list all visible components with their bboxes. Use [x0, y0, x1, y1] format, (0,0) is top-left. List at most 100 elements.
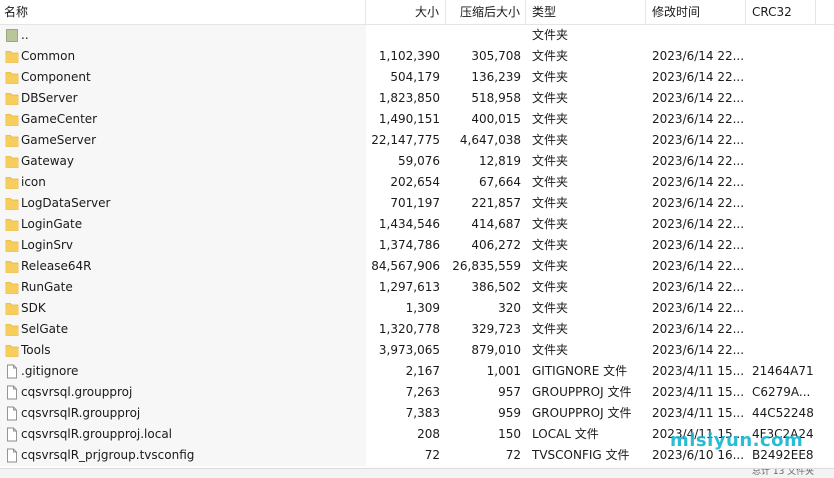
file-name: GameServer: [21, 133, 97, 147]
folder-icon: [5, 343, 19, 358]
file-list: .. 文件夹 Common 1,102,390 305,708 文件夹 2023/6/14 …: [0, 25, 834, 466]
watermark: mlsiyun.com: [670, 430, 804, 451]
file-name-cell[interactable]: GameCenter: [0, 109, 366, 130]
file-crc32: 21464A71: [752, 364, 814, 378]
file-name-cell[interactable]: cqsvrsqlR_prjgroup.tvsconfig: [0, 445, 366, 466]
file-type: 文件夹: [532, 322, 569, 336]
file-packed-size: 72: [505, 448, 521, 462]
file-packed-size: 386,502: [471, 280, 521, 294]
file-row[interactable]: DBServer 1,823,850 518,958 文件夹 2023/6/14 22.…: [0, 88, 834, 109]
file-crc32: [752, 193, 822, 214]
file-packed-size: 879,010: [471, 343, 521, 357]
file-name: cqsvrsqlR_prjgroup.tvsconfig: [21, 448, 195, 462]
file-size: 701,197: [390, 196, 440, 210]
file-row[interactable]: SDK 1,309 320 文件夹 2023/6/14 22...: [0, 298, 834, 319]
file-row[interactable]: Release64R 84,567,906 26,835,559 文件夹 2023/6/…: [0, 256, 834, 277]
file-name-cell[interactable]: .gitignore: [0, 361, 366, 382]
file-name-cell[interactable]: Tools: [0, 340, 366, 361]
file-type: GROUPPROJ 文件: [532, 406, 632, 420]
file-name: icon: [21, 175, 46, 189]
file-icon: [5, 448, 19, 463]
file-name-cell[interactable]: LoginSrv: [0, 235, 366, 256]
column-header-packed-size[interactable]: 压缩后大小: [446, 0, 526, 24]
file-row[interactable]: LoginGate 1,434,546 414,687 文件夹 2023/6/14 22…: [0, 214, 834, 235]
file-crc32: [752, 151, 822, 172]
file-modified: 2023/6/14 22...: [652, 175, 745, 189]
file-size: 1,490,151: [378, 112, 440, 126]
file-row[interactable]: .gitignore 2,167 1,001 GITIGNORE 文件 2023/4/1…: [0, 361, 834, 382]
file-name-cell[interactable]: SelGate: [0, 319, 366, 340]
file-row[interactable]: LogDataServer 701,197 221,857 文件夹 2023/6/14 …: [0, 193, 834, 214]
column-header-crc32[interactable]: CRC32: [746, 0, 816, 24]
file-name: LoginGate: [21, 217, 83, 231]
file-crc32: [752, 67, 822, 88]
column-header-crc32-label: CRC32: [752, 5, 792, 19]
file-name-cell[interactable]: Common: [0, 46, 366, 67]
file-name-cell[interactable]: Release64R: [0, 256, 366, 277]
file-modified: 2023/4/11 15...: [652, 406, 745, 420]
column-header-name[interactable]: 名称 ⌃: [0, 0, 366, 24]
file-crc32: [752, 298, 822, 319]
folder-icon: [5, 196, 19, 211]
file-size: 84,567,906: [371, 259, 440, 273]
file-modified: 2023/6/14 22...: [652, 196, 745, 210]
column-header-size-label: 大小: [414, 5, 439, 19]
file-type: 文件夹: [532, 259, 569, 273]
file-name: cqsvrsql.groupproj: [21, 385, 133, 399]
file-name: LoginSrv: [21, 238, 74, 252]
file-row[interactable]: cqsvrsqlR.groupproj 7,383 959 GROUPPROJ 文件 2…: [0, 403, 834, 424]
file-row[interactable]: Component 504,179 136,239 文件夹 2023/6/14 22..…: [0, 67, 834, 88]
file-name-cell[interactable]: icon: [0, 172, 366, 193]
file-type: 文件夹: [532, 133, 569, 147]
file-row[interactable]: Common 1,102,390 305,708 文件夹 2023/6/14 22...: [0, 46, 834, 67]
file-name-cell[interactable]: Gateway: [0, 151, 366, 172]
file-row[interactable]: GameServer 22,147,775 4,647,038 文件夹 2023/6/1…: [0, 130, 834, 151]
file-row[interactable]: LoginSrv 1,374,786 406,272 文件夹 2023/6/14 22.…: [0, 235, 834, 256]
file-name-cell[interactable]: cqsvrsqlR.groupproj: [0, 403, 366, 424]
folder-icon: [5, 217, 19, 232]
file-name-cell[interactable]: RunGate: [0, 277, 366, 298]
column-header: 名称 ⌃ 大小 压缩后大小 类型 修改时间 CRC32: [0, 0, 834, 25]
file-size: 1,297,613: [378, 280, 440, 294]
folder-icon: [5, 112, 19, 127]
file-type: 文件夹: [532, 196, 569, 210]
folder-icon: [5, 259, 19, 274]
file-modified: 2023/6/14 22...: [652, 133, 745, 147]
file-size: 22,147,775: [371, 133, 440, 147]
file-modified: 2023/6/14 22...: [652, 49, 745, 63]
file-name-cell[interactable]: DBServer: [0, 88, 366, 109]
file-name-cell[interactable]: cqsvrsql.groupproj: [0, 382, 366, 403]
column-header-size[interactable]: 大小: [366, 0, 446, 24]
column-header-type[interactable]: 类型: [526, 0, 646, 24]
file-name-cell[interactable]: GameServer: [0, 130, 366, 151]
file-size: 72: [424, 448, 440, 462]
folder-icon: [5, 91, 19, 106]
file-modified: 2023/6/14 22...: [652, 91, 745, 105]
file-row[interactable]: cqsvrsql.groupproj 7,263 957 GROUPPROJ 文件 20…: [0, 382, 834, 403]
file-row[interactable]: RunGate 1,297,613 386,502 文件夹 2023/6/14 22..…: [0, 277, 834, 298]
file-modified: 2023/6/14 22...: [652, 301, 745, 315]
file-row[interactable]: icon 202,654 67,664 文件夹 2023/6/14 22...: [0, 172, 834, 193]
file-icon: [5, 364, 19, 379]
file-name-cell[interactable]: cqsvrsqlR.groupproj.local: [0, 424, 366, 445]
file-packed-size: 26,835,559: [452, 259, 521, 273]
folder-icon: [5, 280, 19, 295]
folder-icon: [5, 301, 19, 316]
file-name-cell[interactable]: LogDataServer: [0, 193, 366, 214]
archive-file-list-window: 名称 ⌃ 大小 压缩后大小 类型 修改时间 CRC32 .. 文件夹 Common 1…: [0, 0, 834, 478]
file-name-cell[interactable]: Component: [0, 67, 366, 88]
folder-icon: [5, 154, 19, 169]
file-name-cell[interactable]: ..: [0, 25, 366, 46]
file-type: 文件夹: [532, 154, 569, 168]
file-name: cqsvrsqlR.groupproj.local: [21, 427, 173, 441]
file-name-cell[interactable]: LoginGate: [0, 214, 366, 235]
file-row[interactable]: .. 文件夹: [0, 25, 834, 46]
sort-ascending-icon: ⌃: [176, 0, 184, 7]
file-row[interactable]: SelGate 1,320,778 329,723 文件夹 2023/6/14 22..…: [0, 319, 834, 340]
file-row[interactable]: Tools 3,973,065 879,010 文件夹 2023/6/14 22...: [0, 340, 834, 361]
file-name: SelGate: [21, 322, 69, 336]
file-row[interactable]: GameCenter 1,490,151 400,015 文件夹 2023/6/14 2…: [0, 109, 834, 130]
file-name-cell[interactable]: SDK: [0, 298, 366, 319]
file-row[interactable]: Gateway 59,076 12,819 文件夹 2023/6/14 22...: [0, 151, 834, 172]
column-header-modified[interactable]: 修改时间: [646, 0, 746, 24]
